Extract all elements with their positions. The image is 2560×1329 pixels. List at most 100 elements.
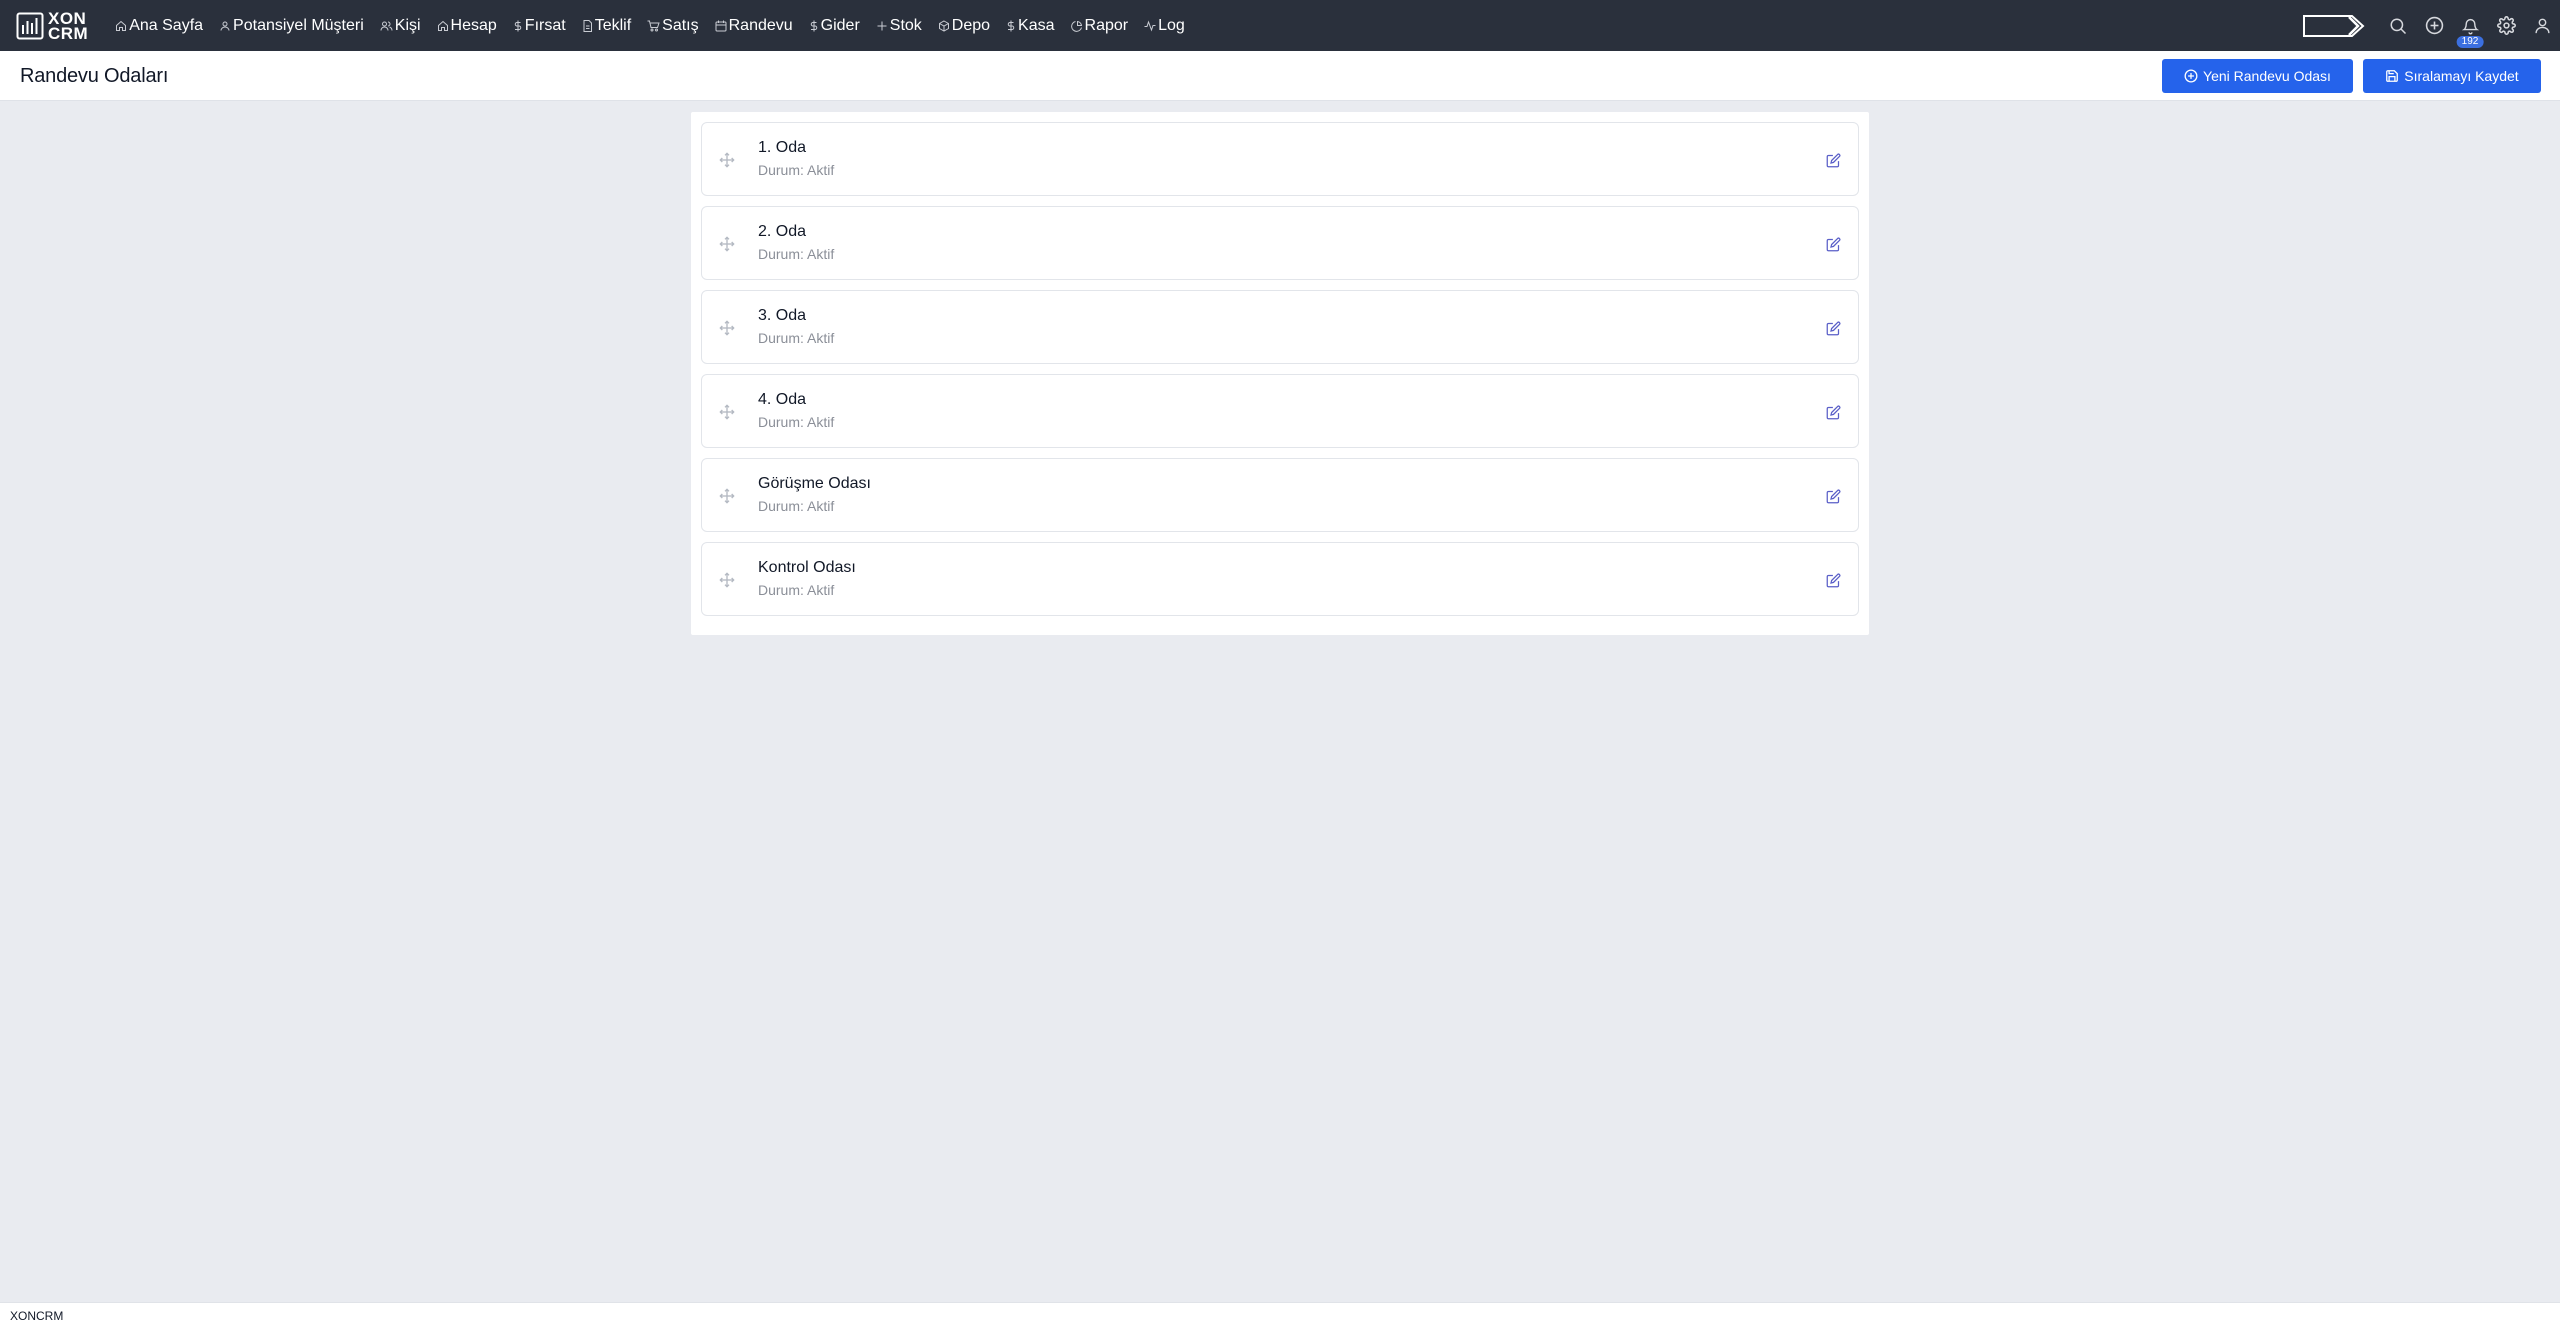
room-card[interactable]: 1. Oda Durum: Aktif [701, 122, 1859, 196]
edit-icon [1826, 573, 1840, 587]
drag-handle-icon[interactable] [718, 571, 736, 589]
nav-label: Kasa [1018, 16, 1055, 34]
users-icon [380, 20, 393, 32]
activity-icon [1144, 20, 1156, 32]
notifications-button[interactable]: 192 [2452, 0, 2488, 51]
cart-icon [647, 20, 660, 32]
nav-label: Log [1158, 16, 1185, 34]
nav-label: Gider [820, 16, 860, 34]
nav-item-gider[interactable]: Gider [809, 17, 860, 35]
gear-icon [2496, 16, 2516, 35]
edit-room-button[interactable] [1823, 150, 1843, 170]
nav-label: Teklif [594, 16, 632, 34]
edit-room-button[interactable] [1823, 486, 1843, 506]
room-card[interactable]: 2. Oda Durum: Aktif [701, 206, 1859, 280]
nav-label: Rapor [1084, 16, 1129, 34]
nav-label: Fırsat [524, 16, 566, 34]
nav-label: Ana Sayfa [129, 16, 204, 34]
nav-item-firsat[interactable]: Fırsat [513, 17, 566, 35]
dollar-icon [1006, 20, 1016, 32]
room-name: 2. Oda [758, 223, 807, 240]
nav-label: Hesap [450, 16, 497, 34]
plus-circle-icon [2425, 16, 2443, 35]
logo[interactable]: XON CRM [16, 0, 88, 51]
nav-item-ana-sayfa[interactable]: Ana Sayfa [115, 17, 203, 35]
settings-button[interactable] [2488, 0, 2524, 51]
box-icon [938, 19, 950, 32]
drag-handle-icon[interactable] [718, 403, 736, 421]
room-name: 3. Oda [758, 307, 807, 324]
document-icon [582, 19, 593, 32]
nav-label: Randevu [728, 16, 793, 34]
room-name: 1. Oda [758, 139, 807, 156]
quick-add-button[interactable] [2416, 0, 2452, 51]
edit-room-button[interactable] [1823, 402, 1843, 422]
logo-line2: CRM [48, 23, 89, 43]
room-status: Durum: Aktif [758, 330, 835, 346]
footer-brand: XONCRM [10, 1309, 64, 1323]
user-icon [219, 20, 231, 32]
drag-handle-icon[interactable] [718, 487, 736, 505]
drag-handle-icon[interactable] [718, 319, 736, 337]
new-room-label: Yeni Randevu Odası [2203, 68, 2331, 84]
room-status: Durum: Aktif [758, 162, 835, 178]
room-name: Görüşme Odası [758, 475, 871, 492]
main-menu: Ana Sayfa Potansiyel Müşteri Kişi Hesap … [115, 17, 1201, 35]
profile-button[interactable] [2524, 0, 2560, 51]
logo-icon [16, 12, 44, 39]
page-title: Randevu Odaları [20, 65, 169, 87]
user-icon [2534, 18, 2550, 33]
room-list-panel: 1. Oda Durum: Aktif 2. Oda Durum: Aktif … [691, 112, 1869, 635]
drag-handle-icon[interactable] [718, 235, 736, 253]
room-card[interactable]: Kontrol Odası Durum: Aktif [701, 542, 1859, 616]
nav-label: Stok [889, 16, 922, 34]
page-header: Randevu Odaları Yeni Randevu Odası Sıral… [0, 51, 2560, 101]
save-order-button[interactable]: Sıralamayı Kaydet [2363, 59, 2541, 93]
room-status: Durum: Aktif [758, 498, 835, 514]
edit-room-button[interactable] [1823, 234, 1843, 254]
nav-label: Satış [662, 16, 699, 34]
edit-icon [1826, 321, 1840, 335]
arrow-tag-icon [2303, 14, 2365, 37]
nav-item-teklif[interactable]: Teklif [582, 17, 631, 35]
search-icon [2390, 18, 2407, 34]
edit-icon [1826, 153, 1840, 167]
nav-item-randevu[interactable]: Randevu [715, 17, 793, 35]
nav-item-stok[interactable]: Stok [876, 17, 922, 35]
new-room-button[interactable]: Yeni Randevu Odası [2162, 59, 2353, 93]
room-card[interactable]: 4. Oda Durum: Aktif [701, 374, 1859, 448]
room-card[interactable]: 3. Oda Durum: Aktif [701, 290, 1859, 364]
drag-handle-icon[interactable] [718, 151, 736, 169]
edit-room-button[interactable] [1823, 570, 1843, 590]
arrow-tag-button[interactable] [2303, 14, 2365, 37]
nav-item-depo[interactable]: Depo [938, 17, 990, 35]
dollar-icon [809, 20, 819, 32]
room-status: Durum: Aktif [758, 246, 835, 262]
top-navbar: XON CRM Ana Sayfa Potansiyel Müşteri Kiş… [0, 0, 2560, 51]
pie-chart-icon [1070, 20, 1083, 32]
nav-item-satis[interactable]: Satış [647, 16, 699, 35]
nav-item-rapor[interactable]: Rapor [1070, 16, 1129, 35]
nav-item-log[interactable]: Log [1144, 17, 1185, 35]
home-icon [115, 20, 127, 32]
save-icon [2386, 70, 2399, 82]
nav-label: Potansiyel Müşteri [233, 16, 364, 34]
room-card[interactable]: Görüşme Odası Durum: Aktif [701, 458, 1859, 532]
nav-item-kasa[interactable]: Kasa [1006, 16, 1055, 35]
calendar-icon [715, 20, 727, 32]
nav-item-hesap[interactable]: Hesap [437, 17, 497, 35]
bell-icon [2461, 18, 2479, 34]
home-icon [437, 20, 449, 32]
nav-item-kisi[interactable]: Kişi [380, 17, 421, 35]
dollar-icon [513, 20, 523, 32]
room-status: Durum: Aktif [758, 582, 835, 598]
footer: XONCRM [0, 1302, 2560, 1329]
room-status: Durum: Aktif [758, 414, 835, 430]
save-order-label: Sıralamayı Kaydet [2404, 68, 2519, 84]
nav-label: Kişi [394, 16, 421, 34]
room-name: 4. Oda [758, 391, 807, 408]
nav-item-potansiyel-musteri[interactable]: Potansiyel Müşteri [219, 17, 364, 35]
edit-icon [1826, 237, 1840, 251]
search-button[interactable] [2380, 0, 2416, 51]
edit-room-button[interactable] [1823, 318, 1843, 338]
